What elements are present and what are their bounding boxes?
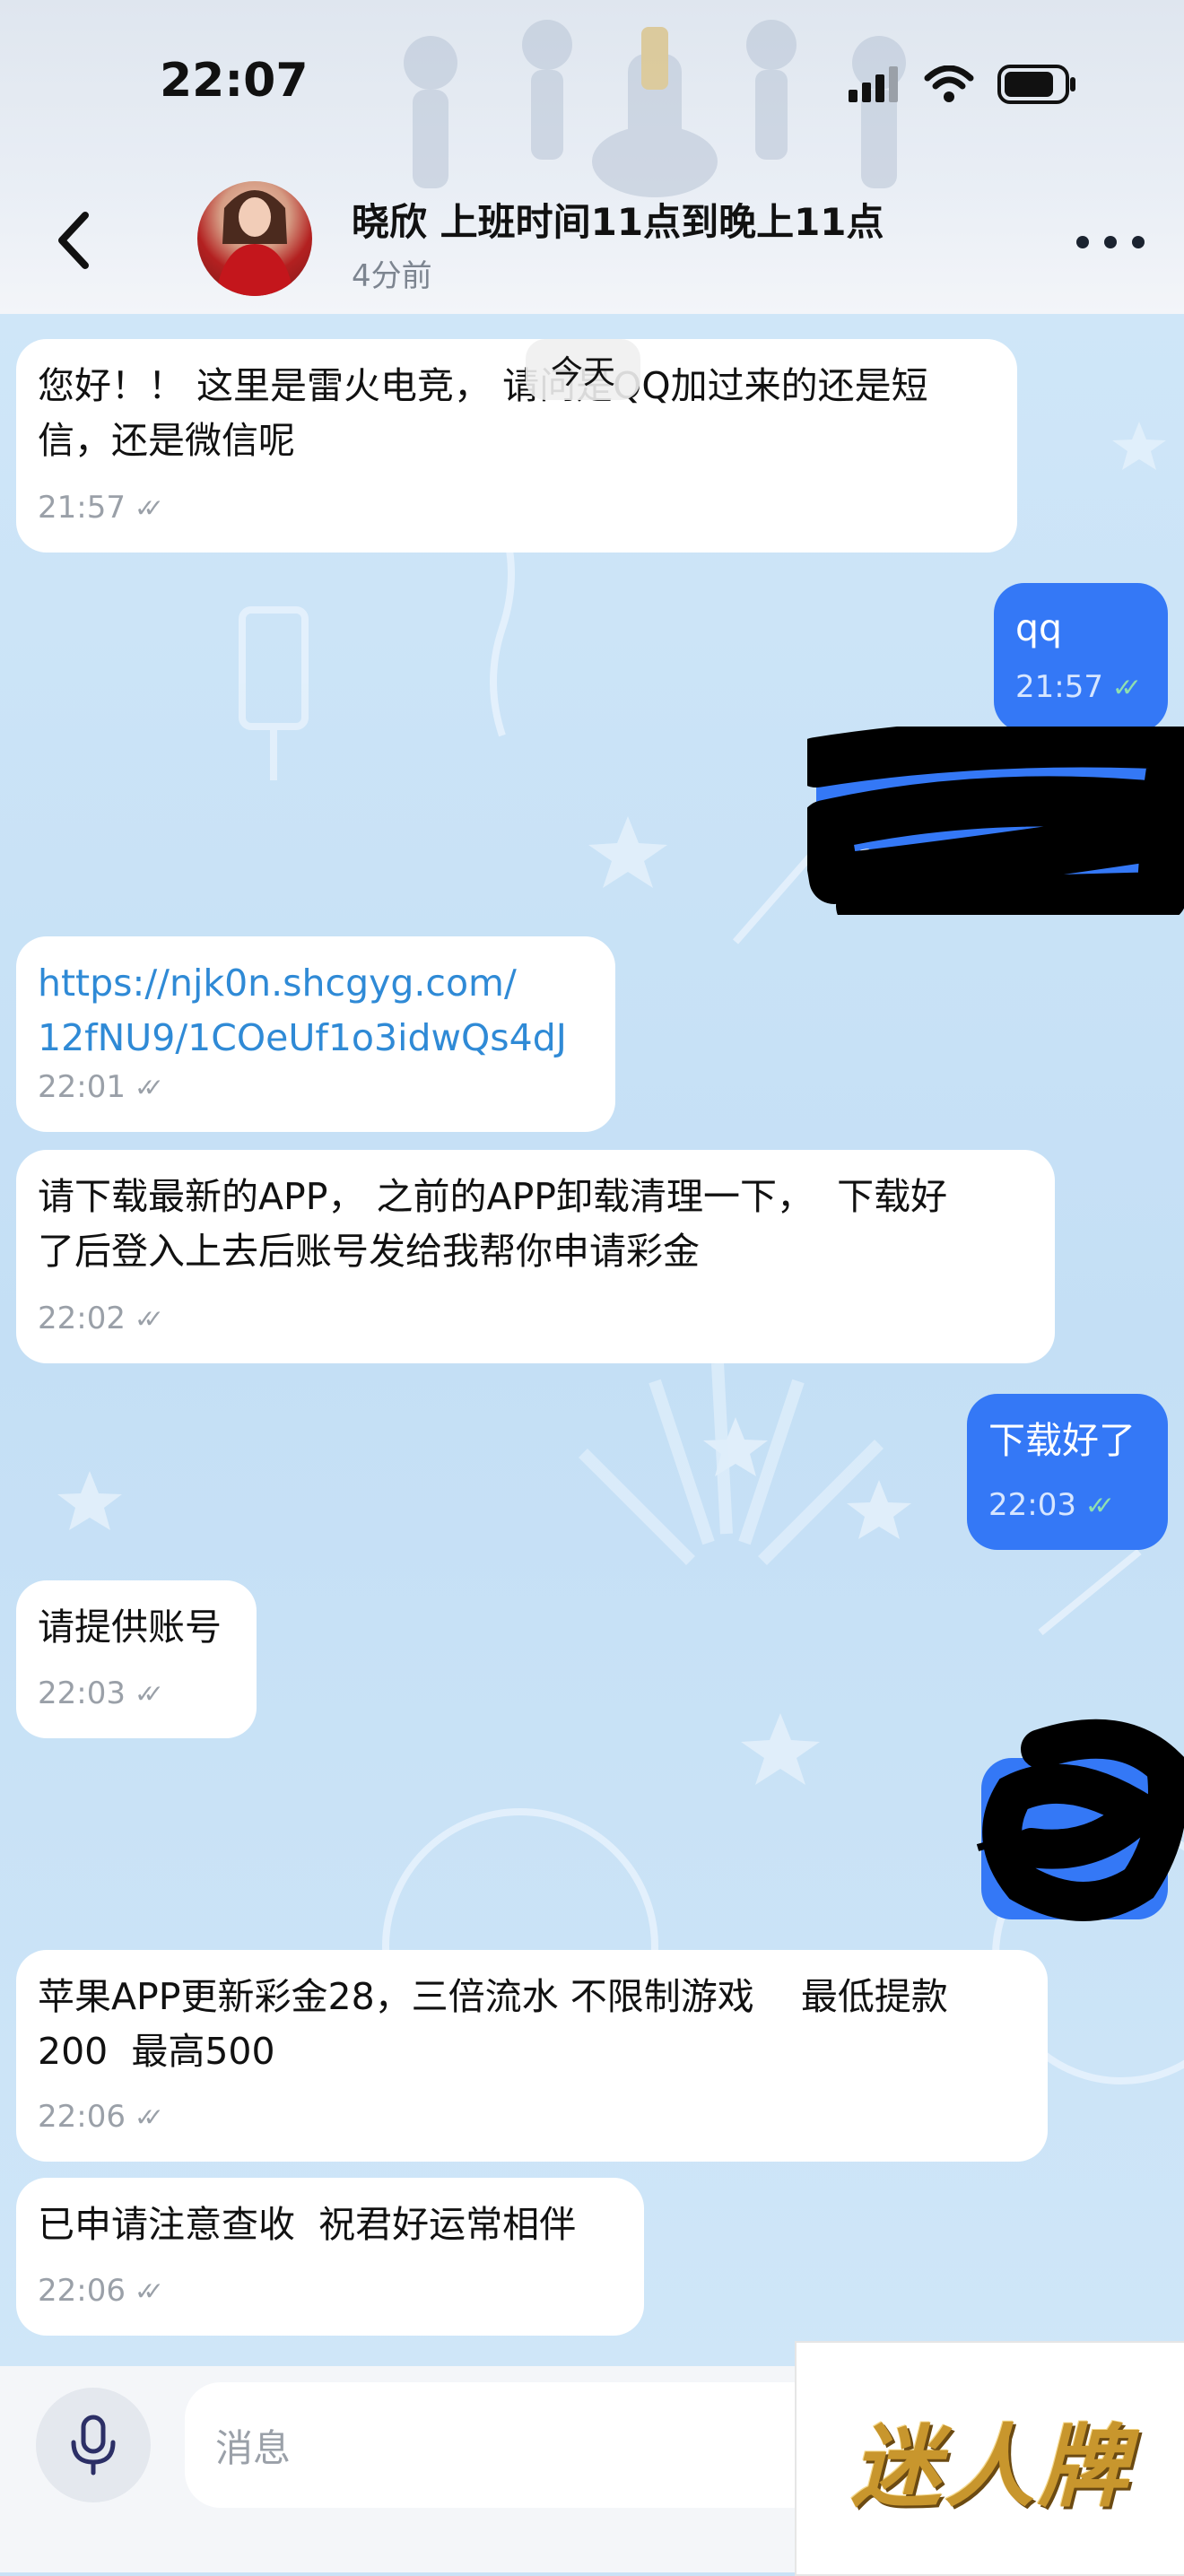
date-separator: 今天 (526, 339, 641, 400)
double-check-icon: ✓✓ (134, 1303, 164, 1334)
redaction-scribble (807, 727, 1184, 915)
watermark-logo: 迷人牌 (795, 2341, 1184, 2576)
chevron-left-icon (58, 212, 89, 269)
chat-header: 22:07 晓欣 上班时间11点到晚上11点 4分前 (0, 0, 1184, 314)
more-options-button[interactable] (1076, 224, 1145, 260)
double-check-icon: ✓✓ (134, 2102, 164, 2132)
more-horizontal-icon (1076, 236, 1089, 248)
message-text: 下载好了 (988, 1419, 1136, 1462)
message-time: 22:02 (38, 1301, 126, 1336)
message-bubble-incoming[interactable]: 请提供账号 22:03 ✓✓ (16, 1580, 257, 1738)
message-text: 已申请注意查收 祝君好运常相伴 (38, 2203, 577, 2246)
double-check-icon: ✓✓ (1111, 672, 1142, 702)
wifi-icon (924, 65, 974, 102)
message-time: 22:06 (38, 2099, 126, 2135)
message-input[interactable]: 消息 (185, 2382, 831, 2508)
double-check-icon: ✓✓ (134, 2276, 164, 2306)
message-text: 请下载最新的APP， 之前的APP卸载清理一下， 下载好 了后登入上去后账号发给… (38, 1175, 948, 1273)
message-bubble-incoming[interactable]: https://njk0n.shcgyg.com/ 12fNU9/1COeUf1… (16, 936, 615, 1132)
double-check-icon: ✓✓ (134, 492, 164, 523)
message-bubble-incoming[interactable]: 苹果APP更新彩金28，三倍流水 不限制游戏 最低提款 200 最高500 22… (16, 1950, 1048, 2162)
redaction-scribble (976, 1719, 1184, 1921)
chat-title[interactable]: 晓欣 上班时间11点到晚上11点 (352, 192, 884, 247)
message-time: 22:03 (988, 1487, 1076, 1523)
back-button[interactable] (49, 205, 103, 276)
double-check-icon: ✓✓ (134, 1678, 164, 1709)
message-time: 22:06 (38, 2273, 126, 2309)
avatar[interactable] (197, 181, 312, 296)
message-time: 21:57 (1015, 669, 1103, 705)
message-text: 您好！！ 这里是雷火电竞， 请问是QQ加过来的还是短 信，还是微信呢 (38, 364, 928, 462)
message-link[interactable]: https://njk0n.shcgyg.com/ 12fNU9/1COeUf1… (38, 956, 594, 1066)
message-time: 22:01 (38, 1069, 126, 1105)
status-icons (849, 65, 1078, 104)
double-check-icon: ✓✓ (134, 1072, 164, 1102)
message-bubble-incoming[interactable]: 已申请注意查收 祝君好运常相伴 22:06 ✓✓ (16, 2178, 644, 2336)
message-bubble-incoming[interactable]: 您好！！ 这里是雷火电竞， 请问是QQ加过来的还是短 信，还是微信呢 21:57… (16, 339, 1017, 553)
message-bubble-outgoing[interactable]: 下载好了 22:03 ✓✓ (967, 1394, 1168, 1550)
voice-message-button[interactable] (36, 2388, 151, 2502)
last-seen-status: 4分前 (352, 258, 432, 294)
avatar-image (215, 190, 294, 296)
message-time: 21:57 (38, 490, 126, 526)
message-text: 苹果APP更新彩金28，三倍流水 不限制游戏 最低提款 200 最高500 (38, 1975, 948, 2073)
cellular-signal-icon (849, 66, 898, 102)
message-bubble-incoming[interactable]: 请下载最新的APP， 之前的APP卸载清理一下， 下载好 了后登入上去后账号发给… (16, 1150, 1055, 1363)
watermark-text: 迷人牌 (851, 2413, 1131, 2519)
double-check-icon: ✓✓ (1084, 1490, 1115, 1520)
status-time: 22:07 (160, 54, 309, 108)
message-text: qq (1015, 606, 1063, 649)
message-text: 请提供账号 (38, 1606, 222, 1649)
message-bubble-outgoing[interactable]: qq 21:57 ✓✓ (994, 583, 1168, 732)
battery-icon (997, 65, 1075, 104)
microphone-icon (71, 2415, 116, 2476)
message-time: 22:03 (38, 1675, 126, 1711)
